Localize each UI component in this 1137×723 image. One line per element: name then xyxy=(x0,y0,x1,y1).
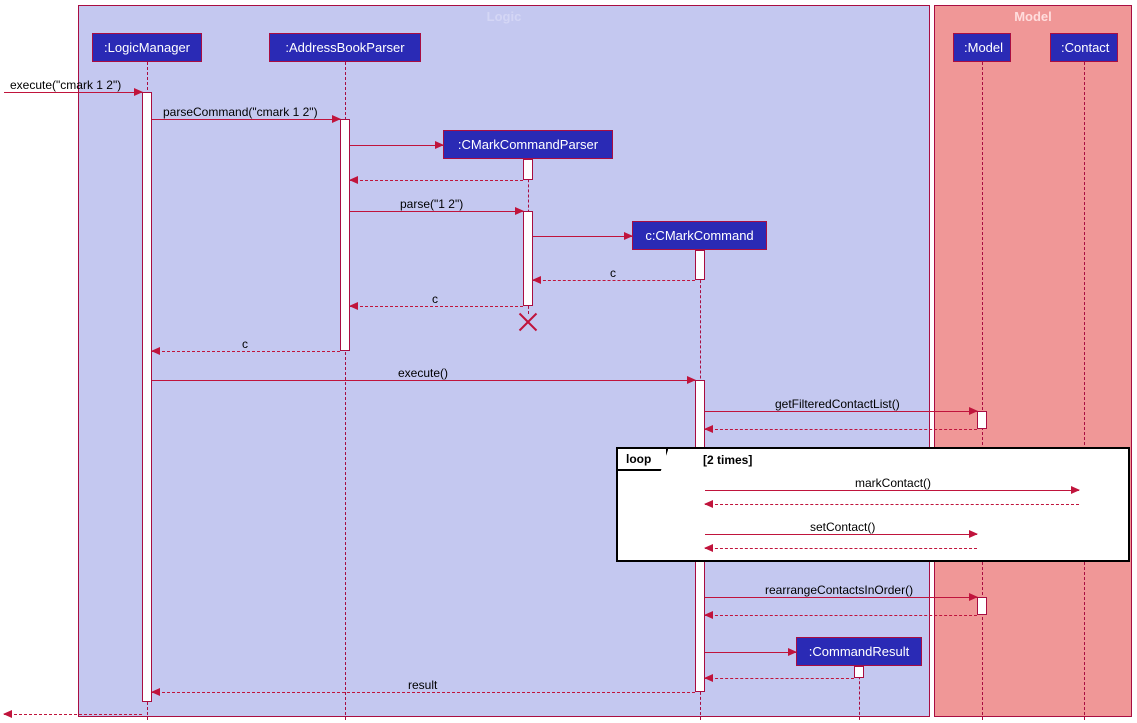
label-return-result: result xyxy=(408,678,437,692)
arrow-return-mark xyxy=(705,504,1079,505)
activation-command-result xyxy=(854,666,864,678)
arrow-rearrange xyxy=(705,597,977,598)
label-parse-command: parseCommand("cmark 1 2") xyxy=(163,105,318,119)
activation-model-3 xyxy=(977,597,987,615)
arrow-return-parser xyxy=(350,180,523,181)
arrow-get-filtered xyxy=(705,411,977,412)
arrow-create-parser xyxy=(350,145,443,146)
arrow-return-c1 xyxy=(533,280,695,281)
arrow-return-c2 xyxy=(350,306,523,307)
label-return-c3: c xyxy=(242,337,248,351)
participant-address-book-parser: :AddressBookParser xyxy=(269,33,421,62)
arrow-create-command xyxy=(533,236,632,237)
loop-condition: [2 times] xyxy=(703,453,752,467)
label-mark-contact: markContact() xyxy=(855,476,931,490)
label-execute-cmark: execute("cmark 1 2") xyxy=(10,78,121,92)
activation-address-book-parser xyxy=(340,119,350,351)
arrow-execute xyxy=(152,380,695,381)
destroy-icon xyxy=(518,312,538,332)
arrow-return-set xyxy=(705,548,977,549)
arrow-return-rearrange xyxy=(705,615,977,616)
lifeline-contact xyxy=(1084,62,1085,720)
arrow-return-filtered xyxy=(705,429,977,430)
lifeline-model xyxy=(982,62,983,720)
model-box: Model xyxy=(934,5,1132,717)
label-set-contact: setContact() xyxy=(810,520,875,534)
arrow-return-client xyxy=(4,714,142,715)
activation-logic-manager xyxy=(142,92,152,702)
label-return-c2: c xyxy=(432,292,438,306)
arrow-return-c3 xyxy=(152,351,340,352)
participant-cmark-command: c:CMarkCommand xyxy=(632,221,767,250)
arrow-execute-cmark xyxy=(4,92,142,93)
participant-command-result: :CommandResult xyxy=(796,637,922,666)
label-rearrange: rearrangeContactsInOrder() xyxy=(765,583,913,597)
activation-cmark-command-1 xyxy=(695,250,705,280)
participant-contact: :Contact xyxy=(1050,33,1118,62)
arrow-return-result xyxy=(152,692,695,693)
model-box-title: Model xyxy=(935,6,1131,27)
logic-box-title: Logic xyxy=(79,6,929,27)
participant-cmark-command-parser: :CMarkCommandParser xyxy=(443,130,613,159)
participant-model: :Model xyxy=(953,33,1011,62)
label-execute: execute() xyxy=(398,366,448,380)
loop-label: loop xyxy=(618,449,668,471)
activation-cmark-parser-1 xyxy=(523,159,533,180)
arrow-set-contact xyxy=(705,534,977,535)
arrow-parse-command xyxy=(152,119,340,120)
arrow-parse xyxy=(350,211,523,212)
label-return-c1: c xyxy=(610,266,616,280)
label-parse: parse("1 2") xyxy=(400,197,463,211)
activation-cmark-parser-2 xyxy=(523,211,533,306)
arrow-mark-contact xyxy=(705,490,1079,491)
arrow-return-result-obj xyxy=(705,678,854,679)
label-get-filtered: getFilteredContactList() xyxy=(775,397,900,411)
participant-logic-manager: :LogicManager xyxy=(92,33,202,62)
arrow-create-result xyxy=(705,652,796,653)
activation-model-1 xyxy=(977,411,987,429)
